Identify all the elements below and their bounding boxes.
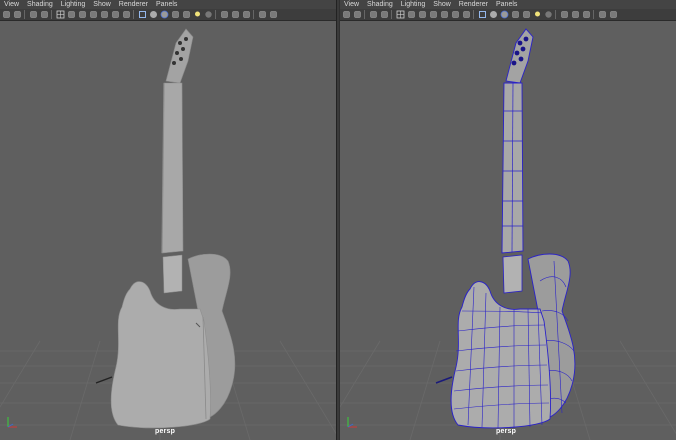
- menu-shading[interactable]: Shading: [23, 0, 57, 9]
- resolution-gate-icon[interactable]: [78, 10, 87, 19]
- toolbar-separator: [593, 10, 596, 19]
- toolbar-separator: [364, 10, 367, 19]
- use-default-material-icon[interactable]: [171, 10, 180, 19]
- select-camera-icon[interactable]: [2, 10, 11, 19]
- safe-action-icon[interactable]: [451, 10, 460, 19]
- shadows-icon[interactable]: [204, 10, 213, 19]
- wireframe-icon[interactable]: [138, 10, 147, 19]
- isolate-select-icon[interactable]: [258, 10, 267, 19]
- camera-label: persp: [155, 428, 176, 435]
- bookmark-icon[interactable]: [29, 10, 38, 19]
- menu-renderer[interactable]: Renderer: [115, 0, 152, 9]
- motion-blur-icon[interactable]: [231, 10, 240, 19]
- resolution-gate-icon[interactable]: [418, 10, 427, 19]
- toolbar-separator: [555, 10, 558, 19]
- isolate-select-icon[interactable]: [598, 10, 607, 19]
- camera-attributes-icon[interactable]: [13, 10, 22, 19]
- lights-icon[interactable]: [193, 10, 202, 19]
- toolbar-separator: [51, 10, 54, 19]
- field-chart-icon[interactable]: [100, 10, 109, 19]
- film-gate-icon[interactable]: [67, 10, 76, 19]
- wireframe-on-shaded-icon[interactable]: [500, 10, 509, 19]
- textured-icon[interactable]: [522, 10, 531, 19]
- bookmark-icon[interactable]: [369, 10, 378, 19]
- film-gate-icon[interactable]: [407, 10, 416, 19]
- wireframe-on-shaded-icon[interactable]: [160, 10, 169, 19]
- toolbar-separator: [253, 10, 256, 19]
- scene-canvas: [340, 28, 676, 440]
- camera-attributes-icon[interactable]: [353, 10, 362, 19]
- menu-panels[interactable]: Panels: [152, 0, 181, 9]
- select-camera-icon[interactable]: [342, 10, 351, 19]
- textured-icon[interactable]: [182, 10, 191, 19]
- toolbar-separator: [391, 10, 394, 19]
- menu-show[interactable]: Show: [89, 0, 115, 9]
- grid-icon[interactable]: [56, 10, 65, 19]
- motion-blur-icon[interactable]: [571, 10, 580, 19]
- perspective-viewport[interactable]: persp: [340, 21, 676, 440]
- smooth-shade-icon[interactable]: [149, 10, 158, 19]
- field-chart-icon[interactable]: [440, 10, 449, 19]
- xray-icon[interactable]: [269, 10, 278, 19]
- maya-viewport-window: View Shading Lighting Show Renderer Pane…: [0, 0, 676, 440]
- screen-space-ao-icon[interactable]: [560, 10, 569, 19]
- panel-toolbar: [340, 9, 676, 21]
- guitar-model-wireframe[interactable]: [450, 28, 576, 429]
- screen-space-ao-icon[interactable]: [220, 10, 229, 19]
- shadows-icon[interactable]: [544, 10, 553, 19]
- safe-action-icon[interactable]: [111, 10, 120, 19]
- anti-aliasing-icon[interactable]: [242, 10, 251, 19]
- world-axis-line: [435, 376, 453, 384]
- anti-aliasing-icon[interactable]: [582, 10, 591, 19]
- menu-lighting[interactable]: Lighting: [397, 0, 430, 9]
- world-axis-line: [95, 376, 113, 384]
- gate-mask-icon[interactable]: [429, 10, 438, 19]
- menu-lighting[interactable]: Lighting: [57, 0, 90, 9]
- smooth-shade-icon[interactable]: [489, 10, 498, 19]
- grid-icon[interactable]: [396, 10, 405, 19]
- image-plane-icon[interactable]: [40, 10, 49, 19]
- xray-icon[interactable]: [609, 10, 618, 19]
- toolbar-separator: [24, 10, 27, 19]
- panel-menubar: View Shading Lighting Show Renderer Pane…: [0, 0, 336, 9]
- safe-title-icon[interactable]: [122, 10, 131, 19]
- wireframe-icon[interactable]: [478, 10, 487, 19]
- toolbar-separator: [133, 10, 136, 19]
- menu-panels[interactable]: Panels: [492, 0, 521, 9]
- lights-icon[interactable]: [533, 10, 542, 19]
- guitar-model[interactable]: [110, 28, 236, 429]
- use-default-material-icon[interactable]: [511, 10, 520, 19]
- toolbar-separator: [215, 10, 218, 19]
- left-viewport-panel: View Shading Lighting Show Renderer Pane…: [0, 0, 336, 440]
- axis-gizmo: [5, 414, 21, 430]
- menu-renderer[interactable]: Renderer: [455, 0, 492, 9]
- menu-view[interactable]: View: [340, 0, 363, 9]
- gate-mask-icon[interactable]: [89, 10, 98, 19]
- scene-canvas: [0, 28, 336, 440]
- camera-label: persp: [496, 428, 517, 435]
- menu-shading[interactable]: Shading: [363, 0, 397, 9]
- panel-toolbar: [0, 9, 336, 21]
- safe-title-icon[interactable]: [462, 10, 471, 19]
- menu-view[interactable]: View: [0, 0, 23, 9]
- right-viewport-panel: View Shading Lighting Show Renderer Pane…: [340, 0, 676, 440]
- axis-gizmo: [345, 414, 361, 430]
- toolbar-separator: [473, 10, 476, 19]
- perspective-viewport[interactable]: persp: [0, 21, 336, 440]
- panel-menubar: View Shading Lighting Show Renderer Pane…: [340, 0, 676, 9]
- image-plane-icon[interactable]: [380, 10, 389, 19]
- menu-show[interactable]: Show: [429, 0, 455, 9]
